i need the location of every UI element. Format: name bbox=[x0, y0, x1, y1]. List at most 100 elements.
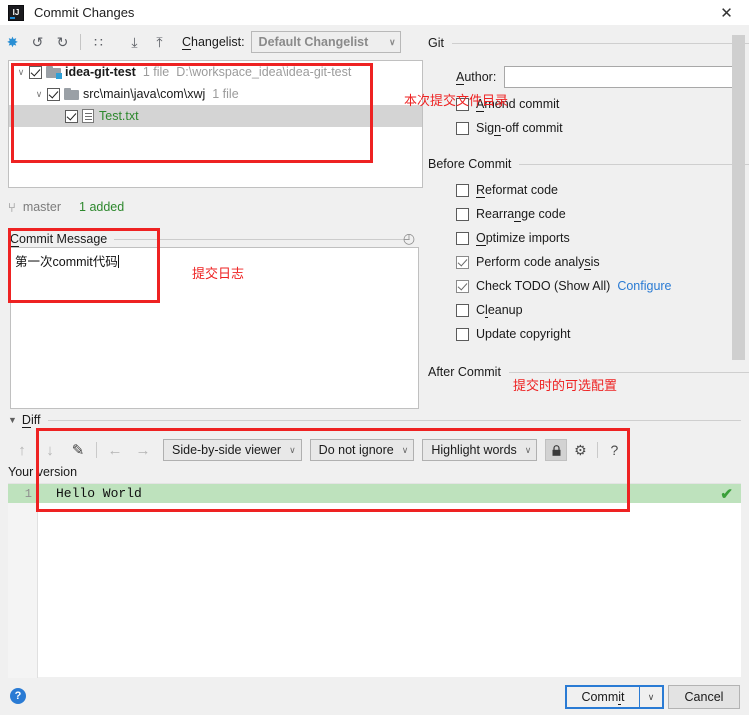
folder-icon bbox=[64, 88, 79, 100]
legend-rule bbox=[519, 163, 749, 165]
text-caret bbox=[117, 255, 119, 268]
optimize-imports-label: Optimize imports bbox=[476, 231, 570, 246]
branch-status: ⑂ master 1 added bbox=[8, 197, 124, 217]
tree-item-label: src\main\java\com\xwj bbox=[83, 87, 206, 101]
chevron-down-icon[interactable]: ∨ bbox=[13, 67, 29, 78]
edit-pencil-icon[interactable]: ✎ bbox=[64, 438, 92, 462]
viewer-mode-value: Side-by-side viewer bbox=[172, 443, 282, 457]
changelist-dropdown[interactable]: Default Changelist ∨ bbox=[250, 31, 401, 53]
refresh-icon[interactable]: ↻ bbox=[50, 30, 75, 54]
cleanup-label: Cleanup bbox=[476, 303, 523, 318]
update-copyright-checkbox[interactable] bbox=[456, 327, 469, 341]
help-icon[interactable]: ? bbox=[10, 688, 26, 704]
author-field[interactable] bbox=[504, 66, 745, 88]
commit-history-icon[interactable]: ◴ bbox=[399, 228, 419, 248]
chevron-down-icon: ∨ bbox=[289, 444, 296, 455]
check-todo-checkbox[interactable] bbox=[456, 279, 469, 293]
rearrange-code-row[interactable]: Rearrange code bbox=[428, 202, 749, 226]
table-row[interactable]: Test.txt bbox=[9, 105, 422, 127]
table-row[interactable]: ∨ idea-git-test 1 file D:\workspace_idea… bbox=[9, 61, 422, 83]
changelist-label: Changelist: bbox=[182, 35, 245, 50]
commit-accel: i bbox=[618, 689, 622, 705]
expand-all-icon[interactable]: ⤓ bbox=[122, 30, 147, 54]
legend-rule bbox=[48, 419, 741, 421]
chevron-down-icon[interactable]: ∨ bbox=[31, 89, 47, 100]
optimize-imports-checkbox[interactable] bbox=[456, 231, 469, 245]
added-count: 1 added bbox=[79, 200, 125, 214]
diff-toolbar-divider bbox=[96, 442, 97, 458]
options-scrollbar-thumb[interactable] bbox=[732, 35, 745, 360]
toolbar-divider-2 bbox=[116, 34, 117, 50]
sign-off-commit-checkbox[interactable] bbox=[456, 121, 469, 135]
viewer-mode-dropdown[interactable]: Side-by-side viewer ∨ bbox=[163, 439, 302, 461]
chevron-down-icon[interactable]: ▼ bbox=[8, 415, 17, 425]
author-label-rest: uthor: bbox=[464, 70, 497, 84]
intellij-logo-icon bbox=[8, 4, 24, 21]
your-version-label: Your version bbox=[8, 465, 78, 479]
next-difference-icon[interactable]: ↓ bbox=[36, 438, 64, 462]
diff-section-legend[interactable]: ▼ Diff bbox=[8, 412, 741, 428]
legend-rule bbox=[114, 238, 410, 240]
perform-code-analysis-checkbox[interactable] bbox=[456, 255, 469, 269]
apply-right-icon[interactable]: → bbox=[129, 438, 157, 462]
chevron-down-icon: ∨ bbox=[401, 444, 409, 455]
title-bar: Commit Changes ✕ bbox=[0, 0, 749, 25]
gear-icon[interactable]: ⚙ bbox=[567, 439, 593, 461]
tree-checkbox-test-txt[interactable] bbox=[65, 109, 78, 123]
diff-toolbar-divider-2 bbox=[597, 442, 599, 458]
close-icon[interactable]: ✕ bbox=[704, 0, 749, 25]
optimize-imports-row[interactable]: Optimize imports bbox=[428, 226, 749, 250]
collapse-diff-icon[interactable]: ✸ bbox=[0, 30, 25, 54]
commit-split-button[interactable]: Comm i t ∨ bbox=[565, 685, 664, 709]
rollback-icon[interactable]: ↺ bbox=[25, 30, 50, 54]
branch-name: master bbox=[22, 200, 62, 214]
apply-left-icon[interactable]: ← bbox=[101, 438, 129, 462]
cleanup-checkbox[interactable] bbox=[456, 303, 469, 317]
commit-dropdown-arrow-icon[interactable]: ∨ bbox=[640, 687, 662, 707]
diff-line-added[interactable]: 1 Hello World ✔ bbox=[8, 484, 741, 503]
tree-item-label: idea-git-test bbox=[65, 65, 136, 79]
commit-message-legend: Commit Message bbox=[10, 231, 410, 247]
group-by-icon[interactable]: ∷ bbox=[86, 30, 111, 54]
lock-icon[interactable] bbox=[545, 439, 568, 461]
commit-changes-dialog: Commit Changes ✕ ✸ ↺ ↻ ∷ ⤓ ⤒ Changelist:… bbox=[0, 0, 749, 715]
diff-editor[interactable]: 1 Hello World ✔ bbox=[8, 483, 741, 678]
options-scrollbar[interactable] bbox=[732, 35, 745, 360]
update-copyright-row[interactable]: Update copyright bbox=[428, 322, 749, 346]
cancel-button[interactable]: Cancel bbox=[668, 685, 740, 709]
optimize-imports-label-rest: ptimize imports bbox=[485, 231, 570, 245]
highlight-dropdown[interactable]: Highlight words ∨ bbox=[422, 439, 538, 461]
diff-accept-icon[interactable]: ✔ bbox=[720, 484, 733, 503]
tree-checkbox-src-folder[interactable] bbox=[47, 87, 60, 101]
text-file-icon bbox=[82, 109, 94, 123]
help-icon[interactable]: ? bbox=[602, 439, 626, 461]
cleanup-row[interactable]: Cleanup bbox=[428, 298, 749, 322]
table-row[interactable]: ∨ src\main\java\com\xwj 1 file bbox=[9, 83, 422, 105]
whitespace-dropdown[interactable]: Do not ignore ∨ bbox=[309, 439, 415, 461]
diff-label: Diff bbox=[21, 413, 41, 428]
sign-off-commit-row[interactable]: Sign-off commit bbox=[428, 116, 749, 140]
reformat-code-row[interactable]: Reformat code bbox=[428, 178, 749, 202]
sign-off-commit-label: Sign-off commit bbox=[476, 121, 563, 136]
check-todo-row[interactable]: Check TODO (Show All) Configure bbox=[428, 274, 749, 298]
changelist-value: Default Changelist bbox=[258, 35, 369, 49]
chevron-down-icon: ∨ bbox=[524, 444, 532, 455]
line-number: 1 bbox=[8, 486, 38, 501]
commit-button[interactable]: Comm i t bbox=[567, 687, 639, 707]
before-commit-label: Before Commit bbox=[428, 157, 512, 171]
changelist-label-rest: hangelist: bbox=[191, 35, 245, 49]
perform-code-analysis-row[interactable]: Perform code analysis bbox=[428, 250, 749, 274]
rearrange-code-label: Rearrange code bbox=[476, 207, 566, 222]
tree-checkbox-idea-git-test[interactable] bbox=[29, 65, 42, 79]
whitespace-value: Do not ignore bbox=[318, 443, 394, 457]
configure-link[interactable]: Configure bbox=[617, 279, 671, 293]
changed-files-tree[interactable]: ∨ idea-git-test 1 file D:\workspace_idea… bbox=[8, 60, 423, 188]
annotation-text-commit-message: 提交日志 bbox=[192, 266, 245, 281]
git-group-label: Git bbox=[428, 36, 444, 50]
reformat-code-checkbox[interactable] bbox=[456, 183, 469, 197]
author-row: Author: bbox=[428, 66, 749, 88]
collapse-all-icon[interactable]: ⤒ bbox=[147, 30, 172, 54]
previous-difference-icon[interactable]: ↑ bbox=[8, 438, 36, 462]
tree-item-filecount: 1 file bbox=[212, 87, 239, 101]
rearrange-code-checkbox[interactable] bbox=[456, 207, 469, 221]
